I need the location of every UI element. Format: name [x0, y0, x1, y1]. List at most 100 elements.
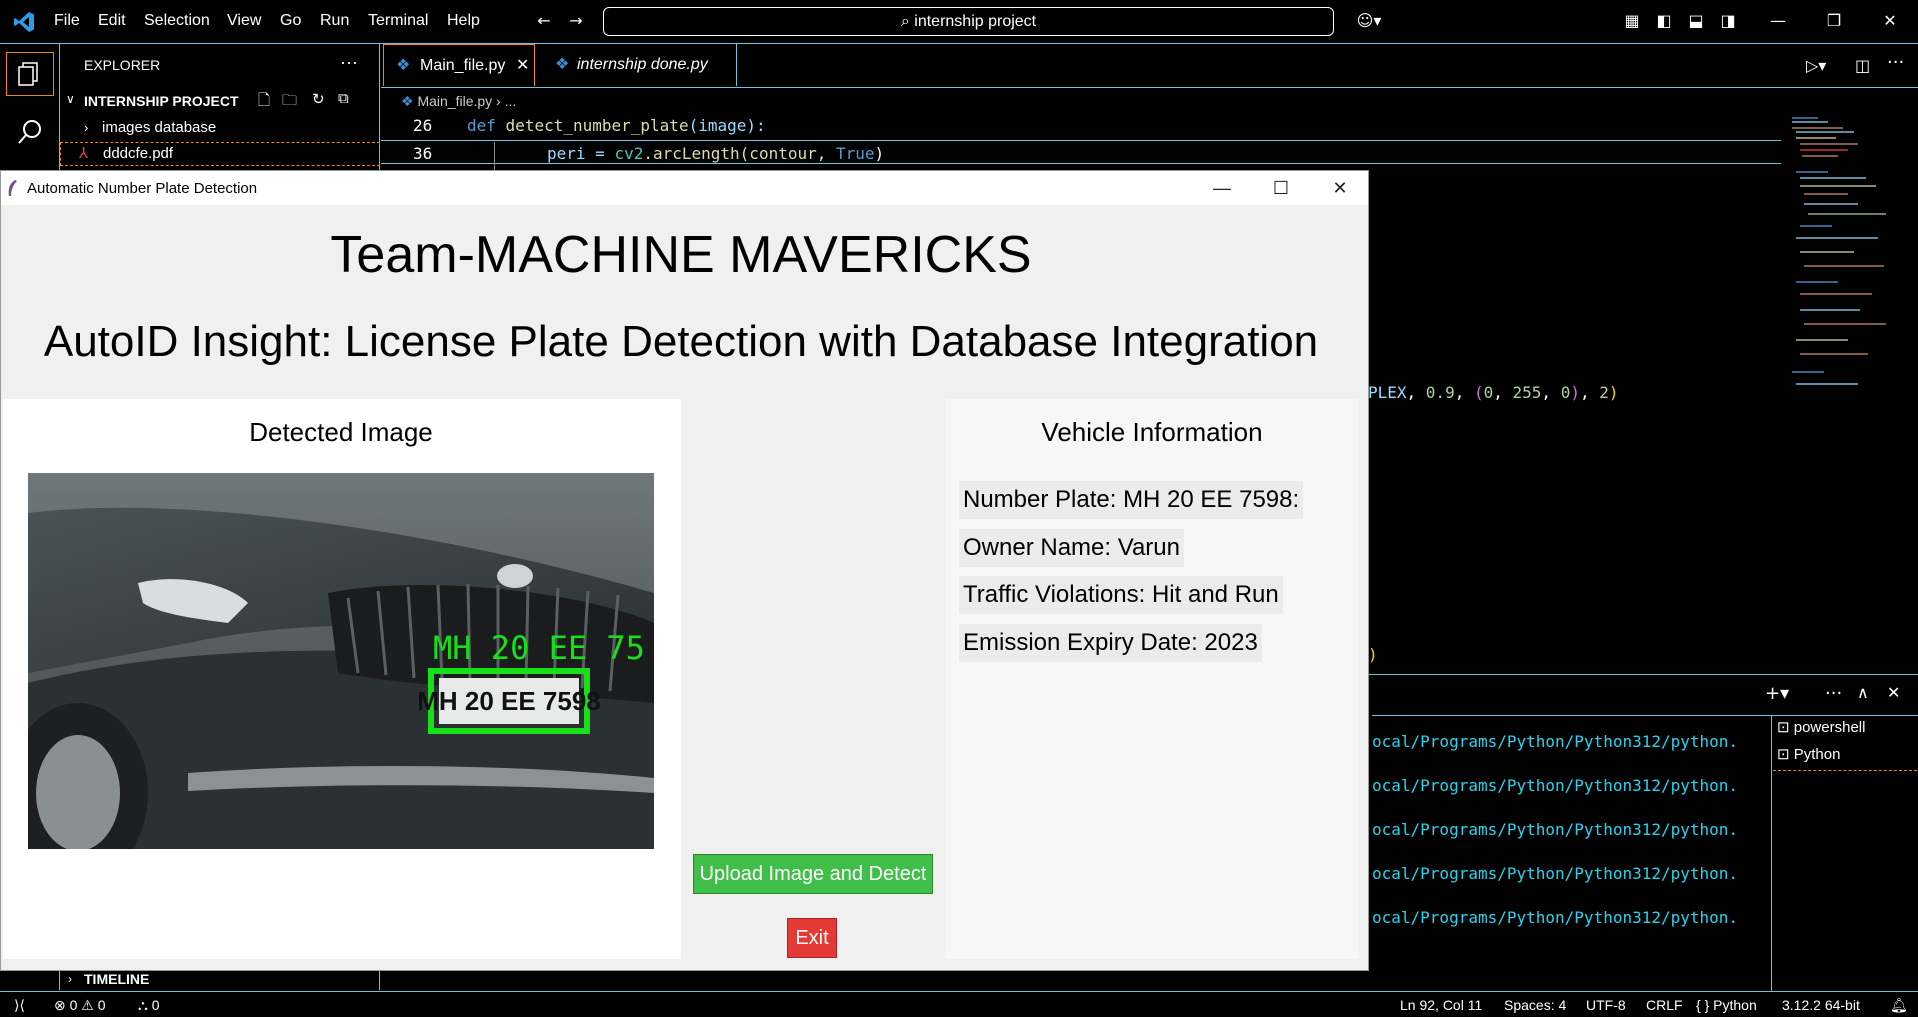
menu-help[interactable]: Help	[447, 12, 480, 30]
refresh-icon[interactable]: ↻	[312, 90, 325, 108]
search-activity-icon[interactable]	[14, 116, 46, 148]
pdf-file-label: dddcfe.pdf	[103, 145, 174, 162]
toggle-panel-icon[interactable]: ⬓	[1686, 11, 1706, 31]
search-text: internship project	[914, 13, 1037, 30]
editor-more-icon[interactable]: ···	[1887, 52, 1904, 73]
language-mode[interactable]: { } Python	[1696, 997, 1757, 1013]
new-terminal-icon[interactable]: +▾	[1765, 683, 1789, 704]
tab-close-icon[interactable]: ✕	[516, 45, 529, 87]
panel-divider	[1372, 715, 1918, 716]
folder-images-database[interactable]: images database	[102, 119, 216, 136]
menu-file[interactable]: File	[54, 12, 80, 30]
menu-go[interactable]: Go	[280, 12, 301, 30]
detected-car-image: MH 20 EE 7598 MH 20 EE 75	[28, 473, 654, 849]
terminal-session-python[interactable]: ⊡ Python	[1773, 745, 1917, 771]
search-icon: ⌕	[900, 13, 915, 30]
ports-indicator[interactable]: ⛬ 0	[138, 997, 160, 1014]
menu-run[interactable]: Run	[320, 12, 349, 30]
minimap[interactable]	[1788, 114, 1888, 404]
timeline-section[interactable]: TIMELINE	[84, 971, 149, 987]
breadcrumb[interactable]: ❖ Main_file.py › ...	[401, 93, 516, 110]
file-item-pdf[interactable]: ⅄ dddcfe.pdf	[60, 142, 380, 166]
chevron-down-icon[interactable]: ∨	[66, 92, 75, 106]
error-count: 0	[69, 997, 78, 1013]
chevron-right-icon: ›	[84, 120, 89, 135]
terminal-line: ocal/Programs/Python/Python312/python.	[1372, 776, 1739, 795]
timeline-chevron-icon[interactable]: ›	[68, 972, 72, 986]
indent-setting[interactable]: Spaces: 4	[1504, 997, 1566, 1013]
tk-feather-icon	[8, 180, 17, 196]
collapse-all-icon[interactable]: ⧉	[338, 90, 349, 107]
forward-arrow-icon[interactable]: →	[566, 11, 586, 31]
new-file-icon[interactable]: 🗋	[258, 90, 270, 115]
tab-main-file[interactable]: ❖ Main_file.py ✕	[383, 44, 535, 86]
overlay-detection-text: MH 20 EE 75	[433, 629, 645, 667]
breadcrumb-rest: ...	[504, 93, 517, 109]
indent-guide	[494, 142, 495, 172]
minimize-icon[interactable]: —	[1768, 11, 1788, 31]
exit-button[interactable]: Exit	[787, 918, 837, 958]
customize-layout-icon[interactable]: ▦	[1622, 11, 1642, 31]
tab-divider	[381, 87, 1918, 88]
maximize-panel-icon[interactable]: ∧	[1857, 683, 1869, 702]
toggle-secondary-sidebar-icon[interactable]: ◨	[1718, 11, 1738, 31]
run-icon[interactable]: ▷▾	[1806, 56, 1826, 75]
terminal-session-powershell[interactable]: ⊡ powershell	[1777, 718, 1917, 744]
session-label: powershell	[1793, 719, 1866, 736]
tk-close-icon[interactable]: ✕	[1320, 175, 1360, 201]
menu-edit[interactable]: Edit	[98, 12, 126, 30]
line-number: 26	[413, 116, 433, 135]
tk-maximize-icon[interactable]: ☐	[1261, 175, 1301, 201]
toggle-sidebar-icon[interactable]: ◧	[1654, 11, 1674, 31]
notifications-bell-icon[interactable]: 🔔︎	[1890, 997, 1908, 1014]
app-subtitle: AutoID Insight: License Plate Detection …	[43, 317, 1319, 366]
emission-expiry-info: Emission Expiry Date: 2023	[959, 624, 1262, 662]
code-module: cv2	[614, 144, 644, 163]
code-line[interactable]: peri = cv2.arcLength(contour, True)	[547, 144, 884, 163]
encoding[interactable]: UTF-8	[1586, 997, 1626, 1013]
tab-label: internship done.py	[577, 56, 708, 73]
menu-terminal[interactable]: Terminal	[368, 12, 428, 30]
tk-title-bar: Automatic Number Plate Detection — ☐ ✕	[1, 171, 1368, 205]
owner-name-info: Owner Name: Varun	[959, 529, 1184, 567]
code-var: peri =	[547, 144, 615, 163]
explorer-activity[interactable]	[6, 52, 54, 96]
close-panel-icon[interactable]: ✕	[1887, 683, 1900, 702]
line-endings[interactable]: CRLF	[1646, 997, 1683, 1013]
python-file-icon: ❖	[555, 56, 570, 73]
code-keyword: def	[467, 116, 496, 135]
remote-icon[interactable]: ⟩⟨	[14, 997, 25, 1014]
upload-detect-button[interactable]: Upload Image and Detect	[693, 854, 933, 894]
tk-minimize-icon[interactable]: —	[1202, 175, 1242, 201]
vehicle-info-frame: Vehicle Information Number Plate: MH 20 …	[946, 399, 1358, 959]
python-interpreter[interactable]: 3.12.2 64-bit	[1782, 997, 1860, 1013]
code-line[interactable]: )	[1368, 645, 1378, 664]
problems-indicator[interactable]: ⊗ 0 ⚠ 0	[54, 997, 106, 1014]
explorer-more-icon[interactable]: ···	[340, 52, 358, 73]
code-line[interactable]: PLEX, 0.9, (0, 255, 0), 2)	[1368, 383, 1619, 402]
project-folder[interactable]: INTERNSHIP PROJECT	[84, 93, 239, 109]
cursor-position[interactable]: Ln 92, Col 11	[1400, 997, 1482, 1013]
menu-view[interactable]: View	[227, 12, 261, 30]
vehicle-info-heading: Vehicle Information	[1041, 417, 1263, 447]
plate-text: MH 20 EE 7598	[417, 686, 601, 716]
line-number: 36	[413, 144, 433, 163]
title-bar: File Edit Selection View Go Run Terminal…	[0, 0, 1918, 44]
ports-count: 0	[151, 997, 160, 1013]
new-folder-icon[interactable]: 🗀	[282, 90, 297, 115]
warning-count: 0	[97, 997, 106, 1013]
close-icon[interactable]: ✕	[1880, 11, 1900, 31]
traffic-violations-info: Traffic Violations: Hit and Run	[959, 576, 1283, 614]
panel-more-icon[interactable]: ···	[1825, 683, 1842, 704]
command-center-search[interactable]: ⌕ internship project	[603, 7, 1334, 36]
restore-icon[interactable]: ❐	[1824, 11, 1844, 31]
back-arrow-icon[interactable]: ←	[534, 11, 554, 31]
terminal-line: ocal/Programs/Python/Python312/python.	[1372, 732, 1739, 751]
terminal-line: ocal/Programs/Python/Python312/python.	[1372, 908, 1739, 927]
tab-internship-done[interactable]: ❖ internship done.py	[541, 44, 737, 86]
tk-app-window: Automatic Number Plate Detection — ☐ ✕ T…	[0, 170, 1369, 971]
code-line[interactable]: def detect_number_plate(image):	[467, 116, 766, 135]
menu-selection[interactable]: Selection	[144, 12, 210, 30]
split-editor-icon[interactable]: ◫	[1855, 56, 1870, 75]
copilot-icon[interactable]: ☺▾	[1352, 11, 1386, 31]
